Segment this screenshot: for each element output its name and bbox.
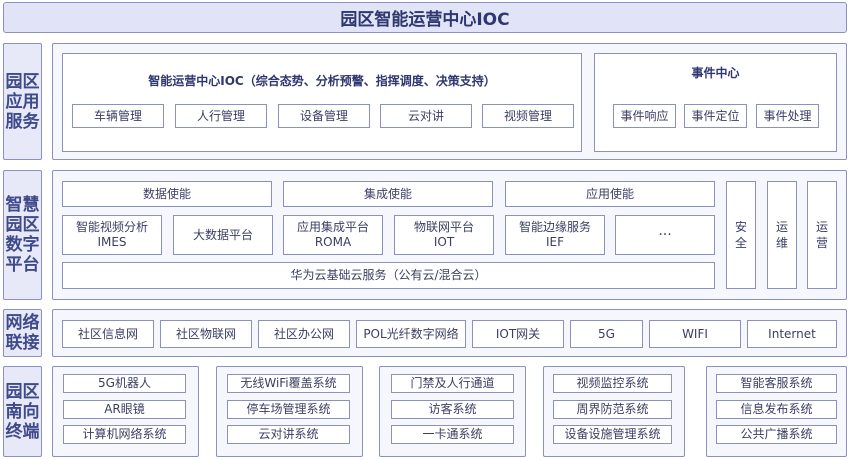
terminal-customer-service[interactable]: 智能客服系统 [716,374,837,393]
network-wifi[interactable]: WIFI [649,320,741,348]
row-label-network: 网络联接 [3,309,42,357]
terminal-parking[interactable]: 停车场管理系统 [227,400,350,419]
cloud-base-service[interactable]: 华为云基础云服务（公有云/混合云） [62,262,715,289]
enable-data[interactable]: 数据使能 [62,181,272,207]
network-5g[interactable]: 5G [570,320,643,348]
ioc-panel [62,53,582,152]
event-item-locate[interactable]: 事件定位 [684,104,747,128]
event-item-response[interactable]: 事件响应 [613,104,676,128]
terminal-video-surveillance[interactable]: 视频监控系统 [553,374,672,393]
terminal-5g-robot[interactable]: 5G机器人 [63,374,186,393]
ioc-item-pedestrian[interactable]: 人行管理 [175,104,267,128]
row-label-app: 园区应用服务 [3,43,42,160]
network-office[interactable]: 社区办公网 [258,320,350,348]
service-more[interactable]: ··· [615,215,715,255]
row-label-network-text: 网络联接 [5,313,40,353]
service-ief[interactable]: 智能边缘服务 IEF [505,215,605,255]
service-imes[interactable]: 智能视频分析 IMES [62,215,162,255]
enable-integration[interactable]: 集成使能 [283,181,493,207]
side-security-text: 安全 [734,220,747,250]
terminal-public-broadcast[interactable]: 公共广播系统 [716,425,837,444]
side-ops-text: 运维 [775,220,788,250]
row-label-app-text: 园区应用服务 [5,71,40,132]
network-iot-gateway[interactable]: IOT网关 [472,320,564,348]
network-iot[interactable]: 社区物联网 [160,320,252,348]
network-internet[interactable]: Internet [747,320,837,348]
network-info[interactable]: 社区信息网 [62,320,154,348]
row-label-terminal-text: 园区南向终端 [5,381,40,442]
terminal-info-publish[interactable]: 信息发布系统 [716,400,837,419]
side-operation[interactable]: 运营 [807,181,837,289]
terminal-computer-network[interactable]: 计算机网络系统 [63,425,186,444]
ioc-item-vehicle[interactable]: 车辆管理 [72,104,164,128]
event-panel-title: 事件中心 [691,66,740,80]
terminal-perimeter[interactable]: 周界防范系统 [553,400,672,419]
terminal-intercom[interactable]: 云对讲系统 [227,425,350,444]
ioc-item-video[interactable]: 视频管理 [482,104,574,128]
enable-application[interactable]: 应用使能 [505,181,715,207]
service-bigdata[interactable]: 大数据平台 [173,215,273,255]
ioc-item-device[interactable]: 设备管理 [278,104,370,128]
terminal-card[interactable]: 一卡通系统 [391,425,514,444]
row-label-terminal: 园区南向终端 [3,366,42,457]
service-iot[interactable]: 物联网平台 IOT [394,215,494,255]
terminal-facility-mgmt[interactable]: 设备设施管理系统 [553,425,672,444]
terminal-ar-glasses[interactable]: AR眼镜 [63,400,186,419]
page-title: 园区智能运营中心IOC [3,2,847,33]
side-operation-text: 运营 [815,220,828,250]
service-roma[interactable]: 应用集成平台 ROMA [283,215,383,255]
terminal-wifi-coverage[interactable]: 无线WiFi覆盖系统 [227,374,350,393]
terminal-access-control[interactable]: 门禁及人行通道 [391,374,514,393]
network-pol[interactable]: POL光纤数字网络 [356,320,466,348]
ioc-panel-title: 智能运营中心IOC（综合态势、分析预警、指挥调度、决策支持） [148,74,496,88]
row-label-platform: 智慧园区数字平台 [3,170,42,300]
side-security[interactable]: 安全 [726,181,756,289]
ioc-item-intercom[interactable]: 云对讲 [380,104,472,128]
side-ops[interactable]: 运维 [767,181,797,289]
event-item-handle[interactable]: 事件处理 [756,104,819,128]
row-label-platform-text: 智慧园区数字平台 [5,195,40,275]
terminal-visitor[interactable]: 访客系统 [391,400,514,419]
